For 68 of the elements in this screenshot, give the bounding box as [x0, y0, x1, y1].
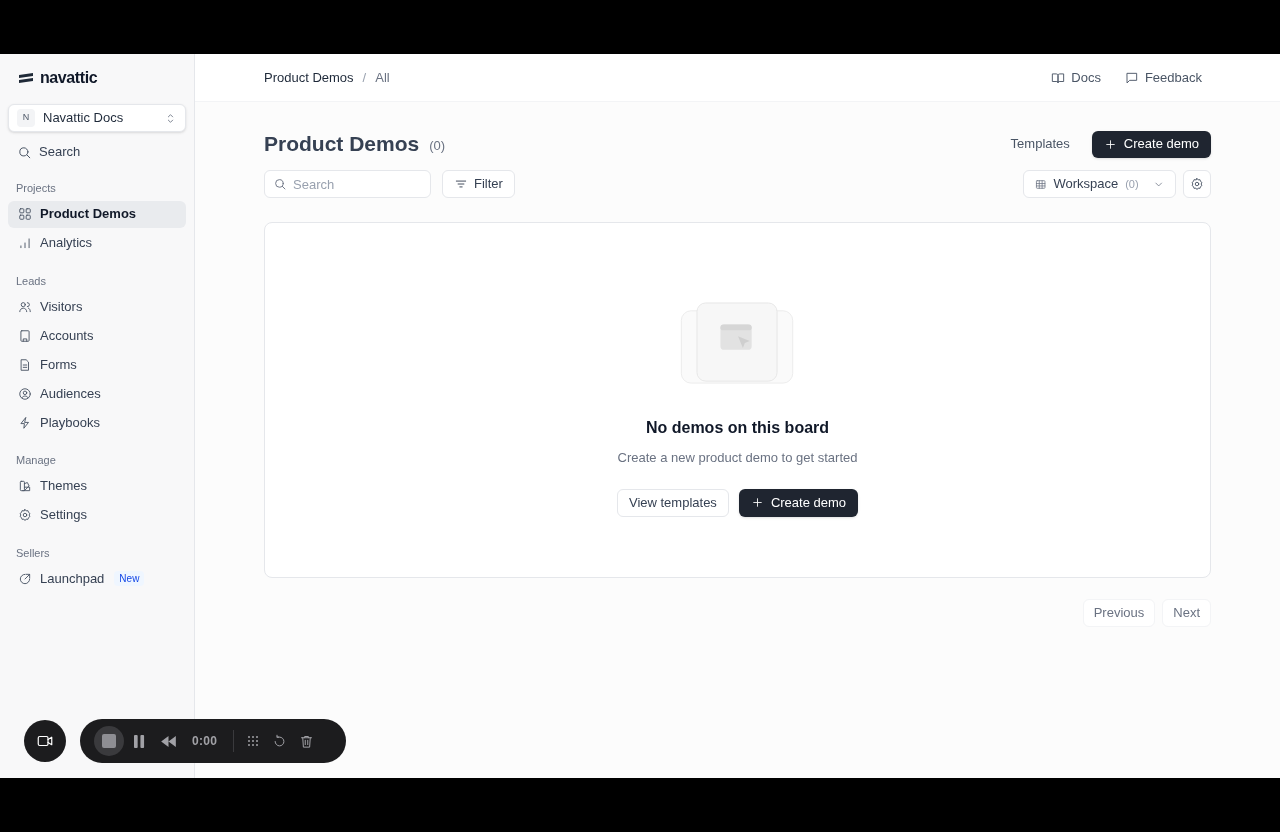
- section-heading: Manage: [15, 453, 57, 468]
- sidebar-item[interactable]: Accounts: [8, 322, 186, 349]
- workspace-select[interactable]: Workspace (0): [1023, 170, 1176, 198]
- settings-button[interactable]: [1183, 170, 1211, 198]
- building-icon: [18, 328, 32, 343]
- workspace-name: Navattic Docs: [43, 109, 125, 128]
- swatch-icon: [18, 479, 32, 493]
- section-heading: Sellers: [15, 545, 51, 561]
- templates-button[interactable]: Templates: [1010, 134, 1070, 154]
- rewind-icon[interactable]: [161, 735, 176, 747]
- stop-button[interactable]: [94, 726, 124, 756]
- settings-icon: [1190, 177, 1204, 191]
- sidebar-item[interactable]: Themes: [8, 472, 186, 500]
- sidebar-item[interactable]: Audiences: [8, 380, 186, 407]
- dot-grid-icon[interactable]: [246, 734, 261, 748]
- breadcrumb-separator: /: [362, 68, 367, 87]
- book-icon: [1051, 70, 1066, 85]
- sidebar-item[interactable]: Playbooks: [8, 409, 186, 436]
- empty-state-title: No demos on this board: [645, 418, 830, 438]
- demo-count: (0): [429, 136, 446, 155]
- document-icon: [18, 357, 32, 372]
- header-link[interactable]: Feedback: [1124, 67, 1202, 88]
- grid-icon: [18, 207, 32, 221]
- plus-icon: [750, 496, 764, 509]
- breadcrumb-link[interactable]: Product Demos: [264, 67, 354, 88]
- user-circle-icon: [18, 386, 32, 401]
- search-link[interactable]: Search: [8, 138, 186, 166]
- section-heading: Projects: [15, 181, 57, 196]
- sidebar-item[interactable]: Visitors: [8, 293, 186, 320]
- restart-icon[interactable]: [272, 733, 288, 749]
- page-title: Product Demos: [264, 131, 420, 158]
- sidebar-item[interactable]: Forms: [8, 351, 186, 378]
- filter-button[interactable]: Filter: [442, 170, 515, 198]
- plus-icon: [1103, 137, 1117, 151]
- sidebar-item[interactable]: Analytics: [8, 229, 186, 257]
- stop-icon: [102, 734, 116, 748]
- empty-state-subtitle: Create a new product demo to get started: [617, 449, 858, 467]
- logo-icon: [18, 72, 34, 84]
- trash-icon[interactable]: [299, 733, 315, 749]
- select-label: Workspace: [1053, 175, 1119, 194]
- view-templates-button[interactable]: View templates: [616, 488, 729, 517]
- lightning-icon: [18, 415, 32, 430]
- search-icon: [17, 144, 32, 160]
- select-count: (0): [1125, 176, 1139, 192]
- create-demo-button[interactable]: Create demo: [738, 488, 859, 517]
- search-field[interactable]: Search: [264, 170, 431, 198]
- sidebar-item[interactable]: Launchpad New: [8, 565, 186, 592]
- breadcrumb-link[interactable]: All: [375, 67, 390, 88]
- launch-icon: [18, 571, 32, 586]
- sidebar-item[interactable]: Product Demos: [8, 200, 186, 228]
- search-icon: [273, 177, 287, 191]
- pause-icon[interactable]: [134, 734, 145, 748]
- chat-icon: [1124, 70, 1139, 85]
- table-icon: [1035, 177, 1047, 191]
- sidebar-item[interactable]: Settings: [8, 501, 186, 529]
- header-link[interactable]: Docs: [1051, 67, 1101, 88]
- timer-text: 0:00: [192, 733, 218, 750]
- bar-chart-icon: [18, 236, 32, 250]
- create-demo-button[interactable]: Create demo: [1091, 130, 1211, 158]
- section-heading: Leads: [15, 273, 47, 289]
- settings-icon: [18, 508, 32, 522]
- users-icon: [18, 299, 32, 314]
- workspace-switcher[interactable]: N Navattic Docs: [8, 104, 186, 132]
- filter-icon: [454, 177, 468, 191]
- brand-name: navattic: [40, 68, 98, 88]
- workspace-avatar: N: [17, 109, 35, 127]
- item-label: Launchpad: [40, 569, 105, 588]
- new-badge: New: [114, 571, 145, 586]
